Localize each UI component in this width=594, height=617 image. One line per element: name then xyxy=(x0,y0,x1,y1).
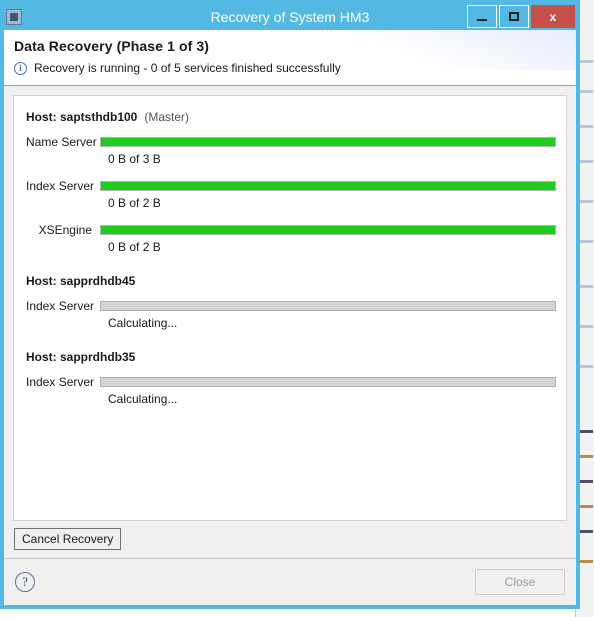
background-window-content xyxy=(578,455,593,458)
service-label: Index Server xyxy=(26,179,95,193)
progress-fill xyxy=(101,182,555,190)
service-row: Name Server xyxy=(26,135,556,149)
progress-bar xyxy=(100,137,556,147)
progress-bar xyxy=(100,301,556,311)
service-row: Index Server xyxy=(26,375,556,389)
service-label: Index Server xyxy=(26,375,95,389)
application-icon xyxy=(6,9,22,25)
host-role: (Master) xyxy=(144,110,190,124)
background-window-content xyxy=(578,365,593,368)
background-window-content xyxy=(578,125,593,128)
service-detail: 0 B of 3 B xyxy=(108,152,161,166)
service-detail: 0 B of 2 B xyxy=(108,196,161,210)
progress-bar xyxy=(100,225,556,235)
background-window-content xyxy=(578,560,593,563)
title-bar[interactable]: Recovery of System HM3 x xyxy=(4,4,576,30)
host-heading: Host: saptsthdb100 (Master) xyxy=(26,110,556,124)
background-window-content xyxy=(578,285,593,288)
maximize-button[interactable] xyxy=(499,5,529,28)
dialog-footer: ? Close xyxy=(4,558,576,605)
info-icon: i xyxy=(14,61,27,75)
host-block: Host: saptsthdb100 (Master) Name Server 0… xyxy=(26,110,556,254)
status-message: Recovery is running - 0 of 5 services fi… xyxy=(34,61,341,75)
host-name: Host: sapprdhdb45 xyxy=(26,274,136,288)
background-window-content xyxy=(578,90,593,93)
dialog-header: Data Recovery (Phase 1 of 3) i Recovery … xyxy=(4,30,576,86)
progress-bar xyxy=(100,181,556,191)
background-window-content xyxy=(578,530,593,533)
service-row: Index Server xyxy=(26,299,556,313)
dialog-body: Host: saptsthdb100 (Master) Name Server 0… xyxy=(4,86,576,558)
background-window-content xyxy=(578,160,593,163)
service-label: Name Server xyxy=(26,135,97,149)
progress-fill xyxy=(101,226,555,234)
recovery-dialog: Recovery of System HM3 x Data Recovery (… xyxy=(0,0,580,609)
cancel-recovery-button[interactable]: Cancel Recovery xyxy=(14,528,122,550)
progress-fill xyxy=(101,138,555,146)
service-detail: Calculating... xyxy=(108,392,178,406)
page-title: Data Recovery (Phase 1 of 3) xyxy=(14,38,209,54)
help-icon[interactable]: ? xyxy=(15,572,35,592)
maximize-icon xyxy=(509,12,519,21)
background-window-content xyxy=(578,505,593,508)
minimize-icon xyxy=(477,18,487,21)
service-row: Index Server xyxy=(26,179,556,193)
close-window-button[interactable]: x xyxy=(531,5,575,28)
background-window-content xyxy=(578,200,593,203)
host-block: Host: sapprdhdb45 Index Server Calculati… xyxy=(26,274,556,330)
service-label: XSEngine xyxy=(38,223,92,237)
minimize-button[interactable] xyxy=(467,5,497,28)
host-name: Host: saptsthdb100 xyxy=(26,110,138,124)
background-window-content xyxy=(578,325,593,328)
host-block: Host: sapprdhdb35 Index Server Calculati… xyxy=(26,350,556,406)
service-detail: 0 B of 2 B xyxy=(108,240,161,254)
background-window-content xyxy=(578,430,593,433)
window-controls: x xyxy=(465,5,575,28)
progress-bar xyxy=(100,377,556,387)
service-detail: Calculating... xyxy=(108,316,178,330)
host-name: Host: sapprdhdb35 xyxy=(26,350,136,364)
progress-panel[interactable]: Host: saptsthdb100 (Master) Name Server 0… xyxy=(13,95,567,521)
service-row: XSEngine xyxy=(26,223,556,237)
service-label: Index Server xyxy=(26,299,95,313)
background-window-content xyxy=(578,480,593,483)
status-row: i Recovery is running - 0 of 5 services … xyxy=(14,61,576,75)
host-heading: Host: sapprdhdb35 xyxy=(26,350,556,364)
background-window-content xyxy=(578,60,593,63)
background-window-content xyxy=(578,240,593,243)
close-button[interactable]: Close xyxy=(475,569,565,595)
cancel-bar: Cancel Recovery xyxy=(13,521,567,558)
host-heading: Host: sapprdhdb45 xyxy=(26,274,556,288)
